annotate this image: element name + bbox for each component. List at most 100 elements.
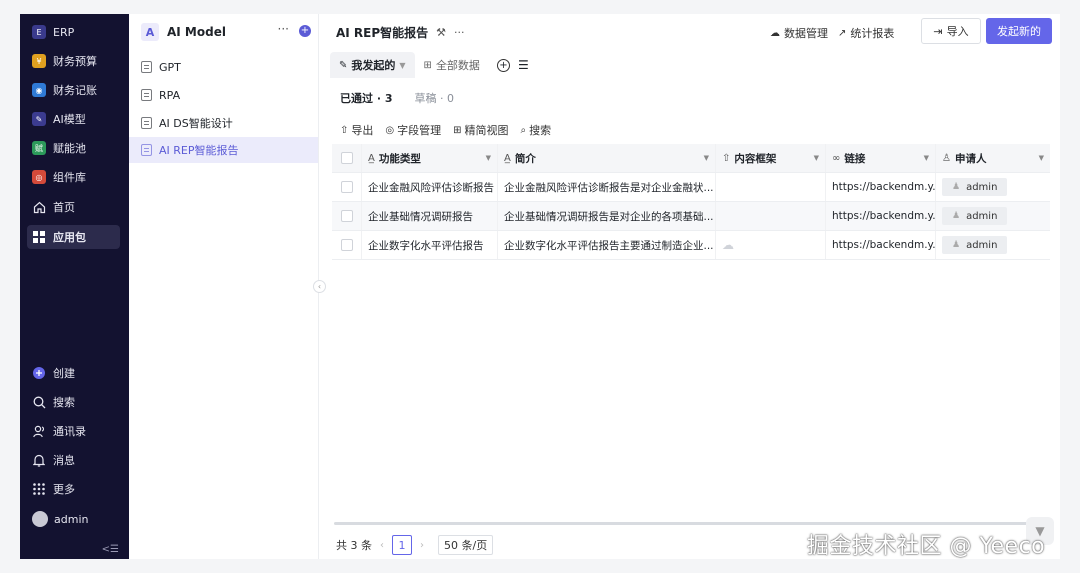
nav-item-label: 应用包 [53, 231, 86, 244]
grid-icon [32, 231, 46, 243]
sidebar-item-gpt[interactable]: GPT [129, 54, 318, 80]
nav-more[interactable]: 更多 [27, 477, 120, 501]
components-app-icon: ◎ [32, 170, 46, 184]
add-view-icon[interactable]: + [496, 58, 510, 72]
column-header-applicant[interactable]: ♙ 申请人 ▼ [936, 144, 1050, 172]
nav-create[interactable]: 创建 [27, 361, 120, 385]
column-label: 简介 [514, 152, 536, 165]
cell-link[interactable]: https://backendm.y... [826, 231, 936, 259]
nav-app-budget[interactable]: ¥ 财务预算 [27, 49, 120, 73]
nav-app-empower[interactable]: 赋 赋能池 [27, 136, 120, 160]
nav-item-label: 创建 [53, 367, 75, 380]
table-row[interactable]: 企业基础情况调研报告 企业基础情况调研报告是对企业的各项基础... https:… [332, 202, 1050, 231]
add-icon[interactable]: + [299, 25, 311, 37]
tab-mine[interactable]: ✎ 我发起的 ▼ [330, 52, 415, 78]
column-header-framework[interactable]: ⇧ 内容框架 ▼ [716, 144, 826, 172]
row-checkbox[interactable] [340, 210, 353, 222]
nav-item-label: 更多 [53, 483, 75, 496]
column-header-summary[interactable]: A̲ 简介 ▼ [498, 144, 716, 172]
export-button[interactable]: ⇧ 导出 [340, 122, 373, 138]
page-size-select[interactable]: 50 条/页 [438, 535, 494, 555]
nav-app-erp[interactable]: E ERP [27, 20, 120, 44]
more-options-icon[interactable]: ··· [278, 22, 289, 36]
select-all-cell [332, 144, 362, 172]
row-checkbox[interactable] [340, 239, 353, 251]
import-button[interactable]: ⇥ 导入 [921, 18, 981, 44]
user-tag: ♟ admin [942, 178, 1008, 196]
form-icon [141, 144, 152, 156]
row-checkbox[interactable] [340, 181, 353, 193]
sidebar-item-label: RPA [159, 88, 181, 102]
page-number[interactable]: 1 [392, 535, 412, 555]
cell-type[interactable]: 企业基础情况调研报告 [362, 202, 498, 230]
table-search-button[interactable]: ⌕ 搜索 [521, 122, 552, 138]
contacts-icon [32, 425, 46, 438]
nav-app-ai-model[interactable]: ✎ AI模型 [27, 107, 120, 131]
data-manage-button[interactable]: ☁ 数据管理 [770, 25, 828, 41]
cell-applicant[interactable]: ♟ admin [936, 173, 1050, 201]
nav-item-label: 组件库 [53, 171, 86, 184]
row-select-cell [332, 173, 362, 201]
cell-applicant[interactable]: ♟ admin [936, 231, 1050, 259]
cell-link[interactable]: https://backendm.y... [826, 173, 936, 201]
sidebar-item-label: GPT [159, 60, 181, 74]
sidebar-item-rpa[interactable]: RPA [129, 82, 318, 108]
nav-search[interactable]: 搜索 [27, 390, 120, 414]
file-placeholder-icon: ☁ [722, 238, 734, 252]
list-icon[interactable]: ☰ [518, 58, 529, 72]
more-options-icon[interactable]: ··· [454, 26, 465, 39]
nav-item-label: 消息 [53, 454, 75, 467]
column-header-type[interactable]: A̲ 功能类型 ▼ [362, 144, 498, 172]
prev-page-icon[interactable]: ‹ [380, 540, 384, 551]
nav-item-label: admin [54, 512, 89, 526]
ai-model-app-icon: ✎ [32, 112, 46, 126]
edit-icon: ✎ [339, 59, 348, 71]
tab-drafts[interactable]: 草稿 · 0 [415, 90, 455, 106]
collapse-sidebar-icon[interactable]: <☰ [102, 544, 119, 555]
dots-grid-icon [32, 483, 46, 495]
tab-all-data[interactable]: ⊞ 全部数据 [415, 52, 489, 78]
cell-summary[interactable]: 企业基础情况调研报告是对企业的各项基础... [498, 202, 716, 230]
compact-view-button[interactable]: ⊞ 精简视图 [453, 122, 508, 138]
nav-app-ledger[interactable]: ◉ 财务记账 [27, 78, 120, 102]
nav-messages[interactable]: 消息 [27, 448, 120, 472]
nav-home[interactable]: 首页 [27, 195, 120, 219]
stats-report-button[interactable]: ↗ 统计报表 [838, 25, 894, 41]
table-row[interactable]: 企业数字化水平评估报告 企业数字化水平评估报告主要通过制造企业... ☁ htt… [332, 231, 1050, 260]
column-label: 申请人 [954, 152, 987, 165]
cell-framework[interactable] [716, 173, 826, 201]
chart-icon: ↗ [838, 27, 847, 39]
sidebar-item-ai-rep[interactable]: AI REP智能报告 [129, 137, 318, 163]
primary-nav: E ERP ¥ 财务预算 ◉ 财务记账 ✎ AI模型 赋 赋能池 ◎ 组件库 首… [20, 14, 129, 559]
start-new-button[interactable]: 发起新的 [986, 18, 1052, 44]
horizontal-scrollbar[interactable] [334, 522, 1044, 525]
table-row[interactable]: 企业金融风险评估诊断报告 企业金融风险评估诊断报告是对企业金融状... http… [332, 173, 1050, 202]
page-title-bar: AI REP智能报告 ⚒ ··· [336, 24, 465, 41]
user-name: admin [966, 210, 998, 222]
search-icon: ⌕ [520, 124, 527, 136]
nav-item-label: 赋能池 [53, 142, 86, 155]
nav-app-components[interactable]: ◎ 组件库 [27, 165, 120, 189]
form-icon [141, 61, 152, 73]
select-all-checkbox[interactable] [340, 152, 353, 164]
nav-contacts[interactable]: 通讯录 [27, 419, 120, 443]
nav-app-package[interactable]: 应用包 [27, 225, 120, 249]
next-page-icon[interactable]: › [420, 540, 424, 551]
column-header-link[interactable]: ∞ 链接 ▼ [826, 144, 936, 172]
stats-report-label: 统计报表 [850, 27, 895, 40]
cell-framework[interactable] [716, 202, 826, 230]
cell-framework[interactable]: ☁ [716, 231, 826, 259]
nav-user[interactable]: admin [27, 507, 120, 531]
tab-approved[interactable]: 已通过 · 3 [340, 90, 393, 106]
cell-type[interactable]: 企业金融风险评估诊断报告 [362, 173, 498, 201]
form-icon [141, 89, 152, 101]
user-tag: ♟ admin [942, 236, 1008, 254]
cell-link[interactable]: https://backendm.y... [826, 202, 936, 230]
field-manage-button[interactable]: ◎ 字段管理 [385, 122, 441, 138]
wrench-icon[interactable]: ⚒ [436, 26, 446, 39]
cell-summary[interactable]: 企业数字化水平评估报告主要通过制造企业... [498, 231, 716, 259]
sidebar-item-ai-ds[interactable]: AI DS智能设计 [129, 110, 318, 136]
cell-applicant[interactable]: ♟ admin [936, 202, 1050, 230]
cell-type[interactable]: 企业数字化水平评估报告 [362, 231, 498, 259]
cell-summary[interactable]: 企业金融风险评估诊断报告是对企业金融状... [498, 173, 716, 201]
